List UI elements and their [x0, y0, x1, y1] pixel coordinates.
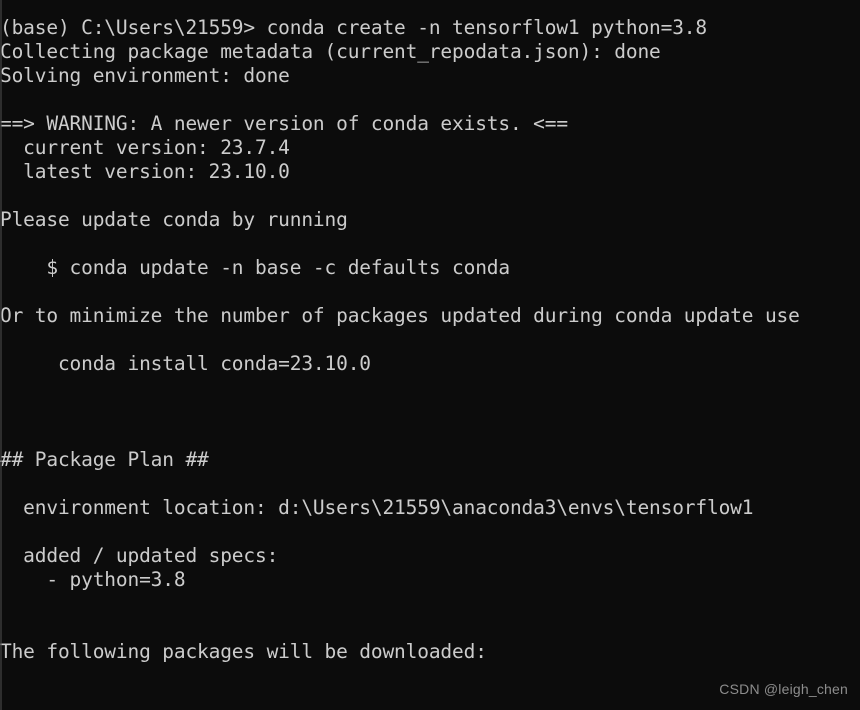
- console-line-update-notice: Please update conda by running: [0, 208, 348, 231]
- watermark-label: CSDN @leigh_chen: [719, 681, 848, 697]
- console-line: (base) C:\Users\21559> conda create -n t…: [0, 16, 707, 39]
- console-line-blank: [0, 280, 860, 304]
- console-line-minimize-notice: Or to minimize the number of packages up…: [0, 304, 800, 327]
- console-line-warning: ==> WARNING: A newer version of conda ex…: [0, 112, 568, 135]
- terminal-screen[interactable]: (base) C:\Users\21559> conda create -n t…: [0, 0, 860, 710]
- console-line-blank: [0, 424, 860, 448]
- window-left-border: [0, 0, 2, 710]
- console-line-package-plan-header: ## Package Plan ##: [0, 448, 209, 471]
- console-line-blank: [0, 376, 860, 400]
- console-line-blank: [0, 88, 860, 112]
- console-line-install-command: conda install conda=23.10.0: [0, 352, 371, 375]
- console-line-environment-location: environment location: d:\Users\21559\ana…: [0, 496, 754, 519]
- console-line-blank: [0, 520, 860, 544]
- console-output[interactable]: (base) C:\Users\21559> conda create -n t…: [0, 16, 860, 664]
- console-line-blank: [0, 232, 860, 256]
- console-line-added-updated-specs: added / updated specs:: [0, 544, 279, 567]
- console-line-blank: [0, 400, 860, 424]
- console-line: Solving environment: done: [0, 64, 290, 87]
- console-line-download-notice: The following packages will be downloade…: [0, 640, 487, 663]
- console-line-blank: [0, 328, 860, 352]
- console-line-blank: [0, 592, 860, 616]
- console-line-spec-item: - python=3.8: [0, 568, 186, 591]
- console-line-blank: [0, 472, 860, 496]
- console-line-update-command: $ conda update -n base -c defaults conda: [0, 256, 510, 279]
- console-line: Collecting package metadata (current_rep…: [0, 40, 661, 63]
- console-line-blank: [0, 184, 860, 208]
- console-line-latest-version: latest version: 23.10.0: [0, 160, 290, 183]
- console-line-blank: [0, 616, 860, 640]
- console-line-current-version: current version: 23.7.4: [0, 136, 290, 159]
